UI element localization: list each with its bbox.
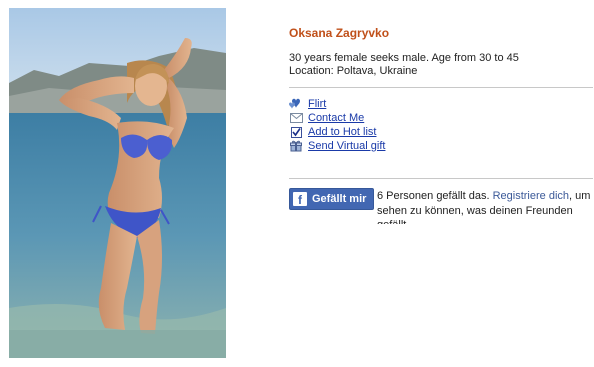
hotlist-action[interactable]: Add to Hot list bbox=[289, 125, 385, 139]
register-link[interactable]: Registriere dich bbox=[493, 190, 569, 202]
flirt-link[interactable]: Flirt bbox=[308, 98, 326, 110]
envelope-icon bbox=[289, 112, 303, 124]
flirt-action[interactable]: Flirt bbox=[289, 97, 385, 111]
facebook-like-button[interactable]: f Gefällt mir bbox=[289, 188, 374, 210]
profile-location: Location: Poltava, Ukraine bbox=[289, 65, 418, 77]
profile-actions: Flirt Contact Me Add to Hot list Send Vi… bbox=[289, 97, 385, 153]
profile-photo-image bbox=[9, 8, 226, 358]
facebook-logo-icon: f bbox=[293, 192, 307, 206]
profile-description: 30 years female seeks male. Age from 30 … bbox=[289, 52, 519, 64]
facebook-like-text: 6 Personen gefällt das. Registriere dich… bbox=[377, 189, 594, 224]
facebook-like-widget: f Gefällt mir 6 Personen gefällt das. Re… bbox=[289, 188, 594, 224]
profile-name: Oksana Zagryvko bbox=[289, 26, 390, 40]
gift-action[interactable]: Send Virtual gift bbox=[289, 139, 385, 153]
contact-action[interactable]: Contact Me bbox=[289, 111, 385, 125]
divider bbox=[289, 87, 593, 88]
gift-icon bbox=[289, 140, 303, 152]
send-virtual-gift-link[interactable]: Send Virtual gift bbox=[308, 140, 385, 152]
add-to-hot-list-link[interactable]: Add to Hot list bbox=[308, 126, 376, 138]
contact-me-link[interactable]: Contact Me bbox=[308, 112, 364, 124]
profile-details: 30 years female seeks male. Age from 30 … bbox=[289, 52, 519, 78]
profile-photo[interactable] bbox=[9, 8, 226, 358]
checkbox-icon bbox=[289, 126, 303, 138]
hearts-icon bbox=[289, 98, 303, 110]
divider bbox=[289, 178, 593, 179]
like-count-text: 6 Personen gefällt das. bbox=[377, 190, 490, 202]
facebook-like-label: Gefällt mir bbox=[312, 193, 367, 205]
